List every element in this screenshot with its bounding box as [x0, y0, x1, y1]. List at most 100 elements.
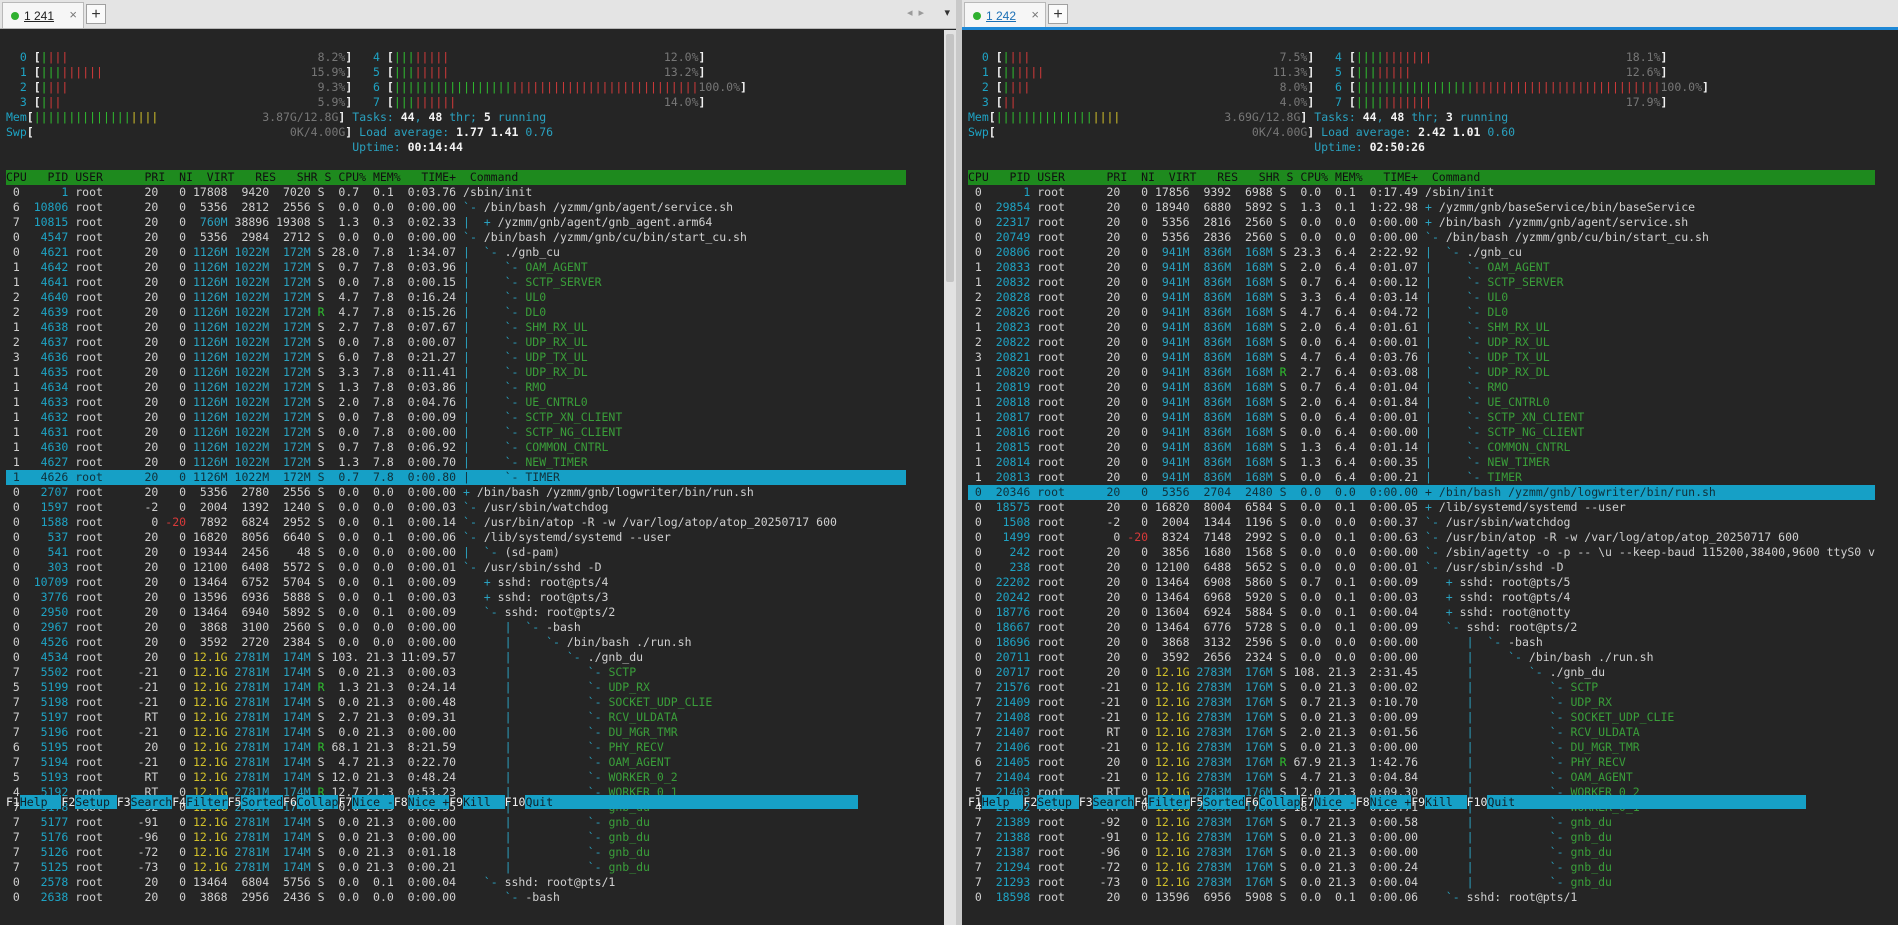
fkey-f6[interactable]: F6: [283, 795, 297, 809]
fkey-label-f3[interactable]: Search: [1092, 795, 1135, 809]
fkey-label-f6[interactable]: Collap: [1258, 795, 1301, 809]
process-row[interactable]: 0 2578 root 20 0 13464 6804 5756 S 0.0 0…: [6, 875, 906, 890]
fkey-f6[interactable]: F6: [1245, 795, 1259, 809]
process-row[interactable]: 0 242 root 20 0 3856 1680 1568 S 0.0 0.0…: [968, 545, 1875, 560]
close-tab-icon[interactable]: ×: [69, 7, 77, 22]
fkey-label-f3[interactable]: Search: [130, 795, 173, 809]
process-row[interactable]: 7 21389 root -92 0 12.1G 2783M 176M S 0.…: [968, 815, 1875, 830]
fkey-label-f4[interactable]: Filter: [1148, 795, 1190, 809]
process-row[interactable]: 0 20711 root 20 0 3592 2656 2324 S 0.0 0…: [968, 650, 1875, 665]
process-row[interactable]: 0 1597 root -2 0 2004 1392 1240 S 0.0 0.…: [6, 500, 906, 515]
process-row[interactable]: 0 4621 root 20 0 1126M 1022M 172M S 28.0…: [6, 245, 906, 260]
fkey-f10[interactable]: F10: [505, 795, 526, 809]
process-row[interactable]: 1 4633 root 20 0 1126M 1022M 172M S 2.0 …: [6, 395, 906, 410]
process-row[interactable]: 0 18598 root 20 0 13596 6956 5908 S 0.0 …: [968, 890, 1875, 905]
process-row[interactable]: 0 1 root 20 0 17856 9392 6988 S 0.0 0.1 …: [968, 185, 1875, 200]
fkey-label-f2[interactable]: Setup: [75, 795, 117, 809]
process-row[interactable]: 7 21406 root -21 0 12.1G 2783M 176M S 0.…: [968, 740, 1875, 755]
process-row[interactable]: 0 20242 root 20 0 13464 6968 5920 S 0.0 …: [968, 590, 1875, 605]
process-row[interactable]: 1 4634 root 20 0 1126M 1022M 172M S 1.3 …: [6, 380, 906, 395]
process-row[interactable]: 1 4631 root 20 0 1126M 1022M 172M S 0.0 …: [6, 425, 906, 440]
process-row[interactable]: 1 4627 root 20 0 1126M 1022M 172M S 1.3 …: [6, 455, 906, 470]
process-row[interactable]: 1 20823 root 20 0 941M 836M 168M S 2.0 6…: [968, 320, 1875, 335]
process-row[interactable]: 0 1499 root 0 -20 8324 7148 2992 S 0.0 0…: [968, 530, 1875, 545]
process-table-header[interactable]: CPU PID USER PRI NI VIRT RES SHR S CPU% …: [968, 170, 1876, 185]
process-row[interactable]: 0 4547 root 20 0 5356 2984 2712 S 0.0 0.…: [6, 230, 906, 245]
fkey-label-f8[interactable]: Nice +: [407, 795, 450, 809]
process-row[interactable]: 5 5199 root -21 0 12.1G 2781M 174M R 1.3…: [6, 680, 906, 695]
fkey-f9[interactable]: F9: [449, 795, 463, 809]
process-row[interactable]: 7 10815 root 20 0 760M 38896 19308 S 1.3…: [6, 215, 906, 230]
process-row[interactable]: 6 5195 root 20 0 12.1G 2781M 174M R 68.1…: [6, 740, 906, 755]
process-row[interactable]: 1 4630 root 20 0 1126M 1022M 172M S 0.7 …: [6, 440, 906, 455]
fkey-label-f10[interactable]: Quit: [1487, 795, 1529, 809]
process-row[interactable]: 0 2967 root 20 0 3868 3100 2560 S 0.0 0.…: [6, 620, 906, 635]
process-row[interactable]: 7 5197 root RT 0 12.1G 2781M 174M S 2.7 …: [6, 710, 906, 725]
process-row[interactable]: 6 10806 root 20 0 5356 2812 2556 S 0.0 0…: [6, 200, 906, 215]
fkey-f1[interactable]: F1: [968, 795, 982, 809]
process-row[interactable]: 1 20813 root 20 0 941M 836M 168M S 0.0 6…: [968, 470, 1875, 485]
process-row[interactable]: 2 20826 root 20 0 941M 836M 168M S 4.7 6…: [968, 305, 1875, 320]
process-row[interactable]: 0 29854 root 20 0 18940 6880 5892 S 1.3 …: [968, 200, 1875, 215]
process-row[interactable]: 7 5126 root -72 0 12.1G 2781M 174M S 0.0…: [6, 845, 906, 860]
process-row[interactable]: 1 20832 root 20 0 941M 836M 168M S 0.7 6…: [968, 275, 1875, 290]
process-row[interactable]: 7 5177 root -91 0 12.1G 2781M 174M S 0.0…: [6, 815, 906, 830]
terminal-screen[interactable]: 0 [|||| 8.2%] 4 [|||||||| 12.0%] 1 [||||…: [0, 30, 956, 925]
process-row[interactable]: 5 5193 root RT 0 12.1G 2781M 174M S 12.0…: [6, 770, 906, 785]
terminal-scrollbar[interactable]: [944, 30, 956, 925]
process-row[interactable]: 2 20828 root 20 0 941M 836M 168M S 3.3 6…: [968, 290, 1875, 305]
process-row[interactable]: 7 5196 root -21 0 12.1G 2781M 174M S 0.0…: [6, 725, 906, 740]
process-row[interactable]: 1 4638 root 20 0 1126M 1022M 172M S 2.7 …: [6, 320, 906, 335]
fkey-label-f1[interactable]: Help: [19, 795, 62, 809]
process-row[interactable]: 2 4639 root 20 0 1126M 1022M 172M R 4.7 …: [6, 305, 906, 320]
fkey-f5[interactable]: F5: [1190, 795, 1204, 809]
process-row[interactable]: 0 10709 root 20 0 13464 6752 5704 S 0.0 …: [6, 575, 906, 590]
process-row[interactable]: 1 20816 root 20 0 941M 836M 168M S 0.0 6…: [968, 425, 1875, 440]
new-tab-button[interactable]: +: [1048, 4, 1068, 24]
process-row[interactable]: 0 22202 root 20 0 13464 6908 5860 S 0.7 …: [968, 575, 1875, 590]
process-row[interactable]: 7 5502 root -21 0 12.1G 2781M 174M S 0.0…: [6, 665, 906, 680]
fkey-label-f6[interactable]: Collap: [296, 795, 339, 809]
fkey-label-f2[interactable]: Setup: [1037, 795, 1079, 809]
fkey-label-f8[interactable]: Nice +: [1369, 795, 1412, 809]
terminal-screen[interactable]: 0 [|||| 7.5%] 4 [||||||||||| 18.1%] 1 [|…: [962, 30, 1898, 925]
process-row[interactable]: 0 2638 root 20 0 3868 2956 2436 S 0.0 0.…: [6, 890, 906, 905]
process-row[interactable]: 0 18776 root 20 0 13604 6924 5884 S 0.0 …: [968, 605, 1875, 620]
fkey-label-f7[interactable]: Nice -: [1314, 795, 1356, 809]
process-row[interactable]: 1 20833 root 20 0 941M 836M 168M S 2.0 6…: [968, 260, 1875, 275]
fkey-f1[interactable]: F1: [6, 795, 20, 809]
process-row[interactable]: 1 4632 root 20 0 1126M 1022M 172M S 0.0 …: [6, 410, 906, 425]
process-table-header[interactable]: CPU PID USER PRI NI VIRT RES SHR S CPU% …: [6, 170, 907, 185]
tab-list-dropdown-icon[interactable]: ▾: [944, 6, 950, 19]
process-row[interactable]: 1 4642 root 20 0 1126M 1022M 172M S 0.7 …: [6, 260, 906, 275]
fkey-label-f9[interactable]: Kill: [1425, 795, 1467, 809]
fkey-f9[interactable]: F9: [1411, 795, 1425, 809]
fkey-f5[interactable]: F5: [228, 795, 242, 809]
new-tab-button[interactable]: +: [86, 4, 106, 24]
process-row[interactable]: 2 20822 root 20 0 941M 836M 168M S 0.0 6…: [968, 335, 1875, 350]
fkey-f7[interactable]: F7: [1300, 795, 1314, 809]
fkey-f3[interactable]: F3: [117, 795, 131, 809]
process-row[interactable]: 0 20749 root 20 0 5356 2836 2560 S 0.0 0…: [968, 230, 1875, 245]
process-row[interactable]: 0 1588 root 0 -20 7892 6824 2952 S 0.0 0…: [6, 515, 906, 530]
close-tab-icon[interactable]: ×: [1031, 7, 1039, 22]
process-row[interactable]: 1 4626 root 20 0 1126M 1022M 172M S 0.7 …: [6, 470, 907, 485]
fkey-f4[interactable]: F4: [1134, 795, 1148, 809]
process-row[interactable]: 0 20717 root 20 0 12.1G 2783M 176M S 108…: [968, 665, 1875, 680]
fkey-label-f1[interactable]: Help: [981, 795, 1024, 809]
fkey-f8[interactable]: F8: [1356, 795, 1370, 809]
process-row[interactable]: 2 4640 root 20 0 1126M 1022M 172M S 4.7 …: [6, 290, 906, 305]
process-row[interactable]: 2 4637 root 20 0 1126M 1022M 172M S 0.0 …: [6, 335, 906, 350]
process-row[interactable]: 7 5176 root -96 0 12.1G 2781M 174M S 0.0…: [6, 830, 906, 845]
fkey-label-f7[interactable]: Nice -: [352, 795, 394, 809]
process-row[interactable]: 0 18575 root 20 0 16820 8004 6584 S 0.0 …: [968, 500, 1875, 515]
process-row[interactable]: 7 21409 root -21 0 12.1G 2783M 176M S 0.…: [968, 695, 1875, 710]
fkey-f7[interactable]: F7: [338, 795, 352, 809]
fkey-label-f5[interactable]: Sorted: [241, 795, 284, 809]
session-tab[interactable]: 1 242 ×: [964, 2, 1046, 28]
process-row[interactable]: 7 5198 root -21 0 12.1G 2781M 174M S 0.0…: [6, 695, 906, 710]
process-row[interactable]: 0 238 root 20 0 12100 6488 5652 S 0.0 0.…: [968, 560, 1875, 575]
process-row[interactable]: 0 18696 root 20 0 3868 3132 2596 S 0.0 0…: [968, 635, 1875, 650]
process-row[interactable]: 7 21408 root -21 0 12.1G 2783M 176M S 0.…: [968, 710, 1875, 725]
process-row[interactable]: 1 20815 root 20 0 941M 836M 168M S 1.3 6…: [968, 440, 1875, 455]
